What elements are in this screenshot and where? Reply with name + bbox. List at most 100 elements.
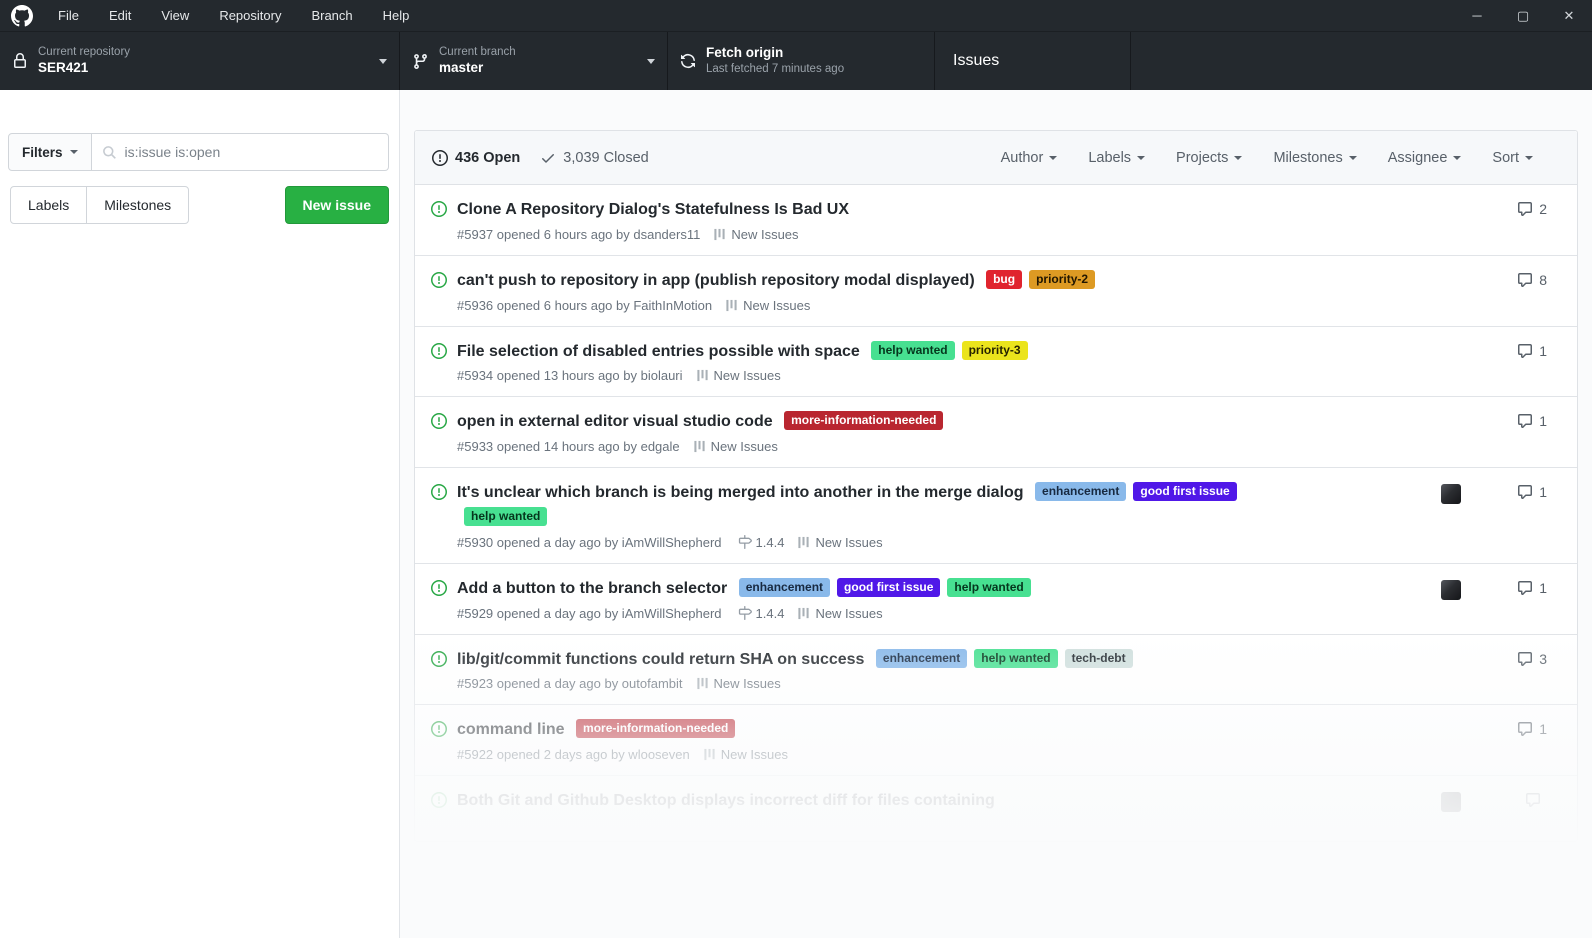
issue-label[interactable]: enhancement: [875, 648, 968, 668]
issue-row-right: 1: [1441, 577, 1547, 621]
issue-title[interactable]: Add a button to the branch selector: [457, 580, 727, 597]
issue-label[interactable]: good first issue: [837, 577, 941, 597]
issue-title[interactable]: Clone A Repository Dialog's Statefulness…: [457, 201, 849, 218]
menu-item-help[interactable]: Help: [368, 0, 425, 31]
issue-row[interactable]: open in external editor visual studio co…: [415, 396, 1577, 467]
issue-label[interactable]: help wanted: [974, 648, 1058, 668]
fetch-origin-button[interactable]: Fetch origin Last fetched 7 minutes ago: [668, 32, 935, 90]
menu-item-repository[interactable]: Repository: [204, 0, 296, 31]
issue-label[interactable]: help wanted: [464, 506, 548, 526]
issue-opened-icon: [431, 481, 457, 550]
comment-count-link[interactable]: [1511, 792, 1547, 808]
comment-count-link[interactable]: 1: [1511, 484, 1547, 500]
filter-dropdown-projects[interactable]: Projects: [1176, 150, 1243, 166]
issue-project: New Issues: [797, 535, 883, 550]
project-icon: [693, 440, 706, 453]
menu-item-branch[interactable]: Branch: [296, 0, 367, 31]
project-name: New Issues: [713, 676, 781, 692]
issue-label[interactable]: more-information-needed: [576, 719, 736, 739]
minimize-button[interactable]: ─: [1454, 0, 1500, 32]
milestones-button[interactable]: Milestones: [86, 186, 190, 224]
current-repository-button[interactable]: Current repository SER421: [0, 32, 400, 90]
issue-row[interactable]: Add a button to the branch selector enha…: [415, 562, 1577, 634]
issue-label[interactable]: enhancement: [1035, 482, 1127, 502]
labels-button[interactable]: Labels: [10, 186, 88, 224]
filter-dropdown-labels[interactable]: Labels: [1088, 150, 1146, 166]
issue-title[interactable]: open in external editor visual studio co…: [457, 413, 773, 430]
issue-label[interactable]: bug: [986, 269, 1023, 289]
filter-dropdown-sort[interactable]: Sort: [1492, 150, 1533, 166]
issue-label[interactable]: help wanted: [947, 577, 1031, 597]
chevron-down-icon: [69, 150, 78, 154]
issue-label[interactable]: tech-debt: [1064, 648, 1133, 668]
issue-title[interactable]: File selection of disabled entries possi…: [457, 343, 860, 360]
menu-item-file[interactable]: File: [43, 0, 94, 31]
comment-count-link[interactable]: 2: [1511, 201, 1547, 217]
filter-dropdown-author[interactable]: Author: [1001, 150, 1058, 166]
issue-milestone: 1.4.4: [738, 535, 784, 550]
sync-icon: [680, 53, 696, 69]
closed-issues-filter[interactable]: 3,039 Closed: [540, 150, 649, 166]
issue-meta-text: #5922 opened 2 days ago by wlooseven: [457, 747, 690, 763]
comment-icon: [1517, 201, 1533, 217]
issue-project: New Issues: [696, 368, 781, 383]
open-count-label: 436 Open: [455, 149, 521, 166]
issue-title[interactable]: lib/git/commit functions could return SH…: [457, 651, 864, 668]
issue-search-box[interactable]: [91, 133, 389, 171]
search-input[interactable]: [124, 144, 378, 160]
issue-meta: #5923 opened a day ago by outofambit New…: [457, 676, 1247, 691]
issue-meta-text: #5937 opened 6 hours ago by dsanders11: [457, 226, 701, 242]
comment-count-link[interactable]: 1: [1511, 413, 1547, 429]
toolbar-filler: [1131, 32, 1592, 90]
assignee-avatar[interactable]: [1441, 484, 1461, 505]
issue-title[interactable]: command line: [457, 721, 565, 738]
comment-count-link[interactable]: 1: [1511, 580, 1547, 596]
comment-count-link[interactable]: 1: [1511, 343, 1547, 359]
new-issue-button[interactable]: New issue: [284, 186, 389, 224]
assignee-avatar[interactable]: [1441, 792, 1461, 813]
issue-title[interactable]: can't push to repository in app (publish…: [457, 272, 975, 289]
toolbar: Current repository SER421 Current branch…: [0, 32, 1592, 90]
comment-count: 1: [1539, 484, 1547, 501]
chevron-down-icon: [379, 58, 387, 64]
issue-row[interactable]: It's unclear which branch is being merge…: [415, 467, 1577, 563]
issue-meta: #5922 opened 2 days ago by wlooseven New…: [457, 747, 1247, 762]
check-icon: [540, 150, 556, 166]
issue-label[interactable]: priority-2: [1029, 269, 1096, 289]
issue-row[interactable]: can't push to repository in app (publish…: [415, 254, 1577, 326]
issue-title[interactable]: It's unclear which branch is being merge…: [457, 484, 1024, 501]
issue-row-right: 1: [1441, 481, 1547, 550]
issue-milestone: 1.4.4: [738, 606, 784, 621]
issue-row[interactable]: lib/git/commit functions could return SH…: [415, 633, 1577, 705]
issue-project: New Issues: [696, 676, 781, 691]
menu-item-edit[interactable]: Edit: [94, 0, 146, 31]
dropdown-label: Author: [1000, 149, 1044, 166]
filter-dropdown-assignee[interactable]: Assignee: [1388, 150, 1462, 166]
menu-item-view[interactable]: View: [146, 0, 204, 31]
open-issues-filter[interactable]: 436 Open: [432, 149, 521, 166]
current-branch-button[interactable]: Current branch master: [400, 32, 668, 90]
filter-dropdown-milestones[interactable]: Milestones: [1273, 150, 1357, 166]
comment-count: 3: [1539, 650, 1547, 667]
issue-row[interactable]: command line more-information-needed #59…: [415, 704, 1577, 775]
issue-title[interactable]: Both Git and Github Desktop displays inc…: [457, 792, 995, 809]
issue-label[interactable]: good first issue: [1133, 482, 1237, 502]
issue-label[interactable]: help wanted: [871, 340, 955, 360]
chevron-down-icon: [647, 58, 655, 64]
issue-row[interactable]: Both Git and Github Desktop displays inc…: [415, 775, 1577, 841]
issue-meta-text: #5936 opened 6 hours ago by FaithInMotio…: [457, 297, 713, 313]
issue-row[interactable]: File selection of disabled entries possi…: [415, 325, 1577, 397]
issue-label[interactable]: priority-3: [961, 340, 1028, 360]
issue-meta-text: #5933 opened 14 hours ago by edgale: [457, 439, 680, 455]
comment-count-link[interactable]: 1: [1511, 721, 1547, 737]
comment-count-link[interactable]: 8: [1511, 272, 1547, 288]
assignee-avatar[interactable]: [1441, 579, 1461, 600]
maximize-button[interactable]: ▢: [1500, 0, 1546, 32]
tab-issues[interactable]: Issues: [935, 32, 1131, 90]
filters-dropdown-button[interactable]: Filters: [8, 133, 92, 171]
issue-row[interactable]: Clone A Repository Dialog's Statefulness…: [415, 185, 1577, 255]
close-button[interactable]: ✕: [1546, 0, 1592, 32]
comment-count-link[interactable]: 3: [1511, 651, 1547, 667]
issue-label[interactable]: more-information-needed: [784, 411, 944, 431]
issue-label[interactable]: enhancement: [738, 577, 831, 597]
